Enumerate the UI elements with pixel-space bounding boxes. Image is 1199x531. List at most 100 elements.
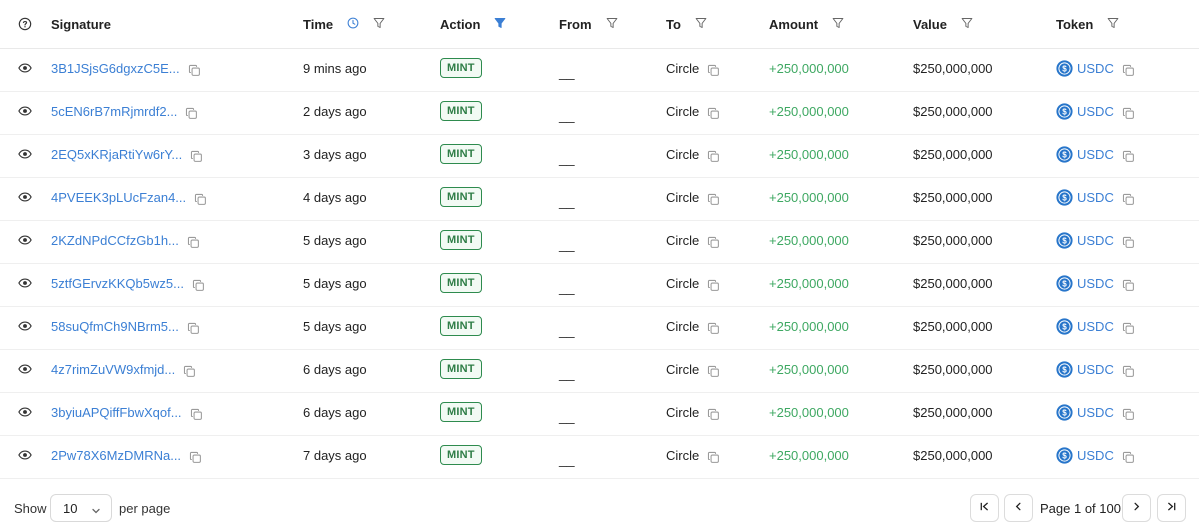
token-link[interactable]: $ USDC xyxy=(1056,102,1114,120)
signature-link[interactable]: 5ztfGErvzKKQb5wz5... xyxy=(51,276,184,291)
token-link[interactable]: $ USDC xyxy=(1056,231,1114,249)
table-row[interactable]: 4PVEEK3pLUcFzan4... 4 days ago MINT __ C… xyxy=(0,178,1199,221)
token-link[interactable]: $ USDC xyxy=(1056,188,1114,206)
signature-link[interactable]: 2EQ5xKRjaRtiYw6rY... xyxy=(51,147,182,162)
copy-icon[interactable] xyxy=(1122,451,1135,464)
from-cell: __ xyxy=(559,434,659,476)
copy-icon[interactable] xyxy=(1122,236,1135,249)
token-name: USDC xyxy=(1077,146,1114,162)
first-page-button[interactable] xyxy=(970,494,999,522)
token-link[interactable]: $ USDC xyxy=(1056,360,1114,378)
signature-cell: 2KZdNPdCCfzGb1h... xyxy=(51,219,291,261)
action-badge: MINT xyxy=(440,316,482,336)
token-link[interactable]: $ USDC xyxy=(1056,145,1114,163)
per-page-select[interactable]: 10 xyxy=(50,494,112,522)
copy-icon[interactable] xyxy=(1122,322,1135,335)
previous-page-button[interactable] xyxy=(1004,494,1033,522)
copy-icon[interactable] xyxy=(707,322,720,335)
copy-icon[interactable] xyxy=(187,236,200,249)
token-link[interactable]: $ USDC xyxy=(1056,403,1114,421)
view-eye-icon[interactable] xyxy=(18,176,34,218)
view-eye-icon[interactable] xyxy=(18,47,34,89)
amount-cell: +250,000,000 xyxy=(769,47,909,89)
copy-icon[interactable] xyxy=(707,150,720,163)
signature-link[interactable]: 58suQfmCh9NBrm5... xyxy=(51,319,179,334)
time-cell: 5 days ago xyxy=(303,219,433,261)
filter-icon[interactable] xyxy=(606,17,618,32)
signature-cell: 2Pw78X6MzDMRNa... xyxy=(51,434,291,476)
filter-icon[interactable] xyxy=(1107,17,1119,32)
copy-icon[interactable] xyxy=(189,451,202,464)
copy-icon[interactable] xyxy=(707,408,720,421)
value-text: $250,000,000 xyxy=(913,447,993,463)
signature-link[interactable]: 3B1JSjsG6dgxzC5E... xyxy=(51,61,180,76)
help-icon[interactable] xyxy=(18,0,34,48)
copy-icon[interactable] xyxy=(1122,408,1135,421)
token-link[interactable]: $ USDC xyxy=(1056,59,1114,77)
copy-icon[interactable] xyxy=(190,150,203,163)
table-row[interactable]: 2EQ5xKRjaRtiYw6rY... 3 days ago MINT __ … xyxy=(0,135,1199,178)
view-eye-icon[interactable] xyxy=(18,219,34,261)
token-link[interactable]: $ USDC xyxy=(1056,446,1114,464)
filter-icon[interactable] xyxy=(961,17,973,32)
signature-link[interactable]: 4PVEEK3pLUcFzan4... xyxy=(51,190,186,205)
view-eye-icon[interactable] xyxy=(18,262,34,304)
signature-link[interactable]: 5cEN6rB7mRjmrdf2... xyxy=(51,104,177,119)
copy-icon[interactable] xyxy=(707,279,720,292)
view-eye-icon[interactable] xyxy=(18,90,34,132)
copy-icon[interactable] xyxy=(707,365,720,378)
from-cell: __ xyxy=(559,176,659,218)
amount-text: +250,000,000 xyxy=(769,103,849,119)
copy-icon[interactable] xyxy=(707,64,720,77)
copy-icon[interactable] xyxy=(1122,279,1135,292)
copy-icon[interactable] xyxy=(192,279,205,292)
view-eye-icon[interactable] xyxy=(18,305,34,347)
table-row[interactable]: 4z7rimZuVW9xfmjd... 6 days ago MINT __ C… xyxy=(0,350,1199,393)
copy-icon[interactable] xyxy=(707,236,720,249)
table-row[interactable]: 5ztfGErvzKKQb5wz5... 5 days ago MINT __ … xyxy=(0,264,1199,307)
time-text: 9 mins ago xyxy=(303,60,367,76)
copy-icon[interactable] xyxy=(194,193,207,206)
copy-icon[interactable] xyxy=(1122,107,1135,120)
copy-icon[interactable] xyxy=(707,193,720,206)
table-row[interactable]: 3B1JSjsG6dgxzC5E... 9 mins ago MINT __ C… xyxy=(0,49,1199,92)
copy-icon[interactable] xyxy=(1122,365,1135,378)
copy-icon[interactable] xyxy=(1122,150,1135,163)
action-cell: MINT xyxy=(440,133,550,175)
copy-icon[interactable] xyxy=(183,365,196,378)
signature-link[interactable]: 4z7rimZuVW9xfmjd... xyxy=(51,362,175,377)
copy-icon[interactable] xyxy=(1122,64,1135,77)
view-eye-icon[interactable] xyxy=(18,391,34,433)
copy-icon[interactable] xyxy=(188,64,201,77)
filter-icon[interactable] xyxy=(832,17,844,32)
next-page-button[interactable] xyxy=(1122,494,1151,522)
table-row[interactable]: 2Pw78X6MzDMRNa... 7 days ago MINT __ Cir… xyxy=(0,436,1199,479)
clock-icon[interactable] xyxy=(347,17,359,32)
column-header-action: Action xyxy=(440,0,550,48)
signature-link[interactable]: 3byiuAPQiffFbwXqof... xyxy=(51,405,182,420)
to-cell: Circle xyxy=(666,434,766,476)
copy-icon[interactable] xyxy=(190,408,203,421)
table-row[interactable]: 2KZdNPdCCfzGb1h... 5 days ago MINT __ Ci… xyxy=(0,221,1199,264)
table-row[interactable]: 58suQfmCh9NBrm5... 5 days ago MINT __ Ci… xyxy=(0,307,1199,350)
filter-icon[interactable] xyxy=(373,17,385,32)
filter-icon[interactable] xyxy=(695,17,707,32)
signature-link[interactable]: 2KZdNPdCCfzGb1h... xyxy=(51,233,179,248)
token-link[interactable]: $ USDC xyxy=(1056,317,1114,335)
copy-icon[interactable] xyxy=(707,451,720,464)
view-eye-icon[interactable] xyxy=(18,348,34,390)
filter-icon-active[interactable] xyxy=(494,17,506,32)
copy-icon[interactable] xyxy=(187,322,200,335)
view-eye-icon[interactable] xyxy=(18,133,34,175)
copy-icon[interactable] xyxy=(707,107,720,120)
table-row[interactable]: 5cEN6rB7mRjmrdf2... 2 days ago MINT __ C… xyxy=(0,92,1199,135)
action-badge: MINT xyxy=(440,58,482,78)
token-link[interactable]: $ USDC xyxy=(1056,274,1114,292)
last-page-button[interactable] xyxy=(1157,494,1186,522)
time-text: 7 days ago xyxy=(303,447,367,463)
copy-icon[interactable] xyxy=(185,107,198,120)
table-row[interactable]: 3byiuAPQiffFbwXqof... 6 days ago MINT __… xyxy=(0,393,1199,436)
signature-link[interactable]: 2Pw78X6MzDMRNa... xyxy=(51,448,181,463)
view-eye-icon[interactable] xyxy=(18,434,34,476)
copy-icon[interactable] xyxy=(1122,193,1135,206)
